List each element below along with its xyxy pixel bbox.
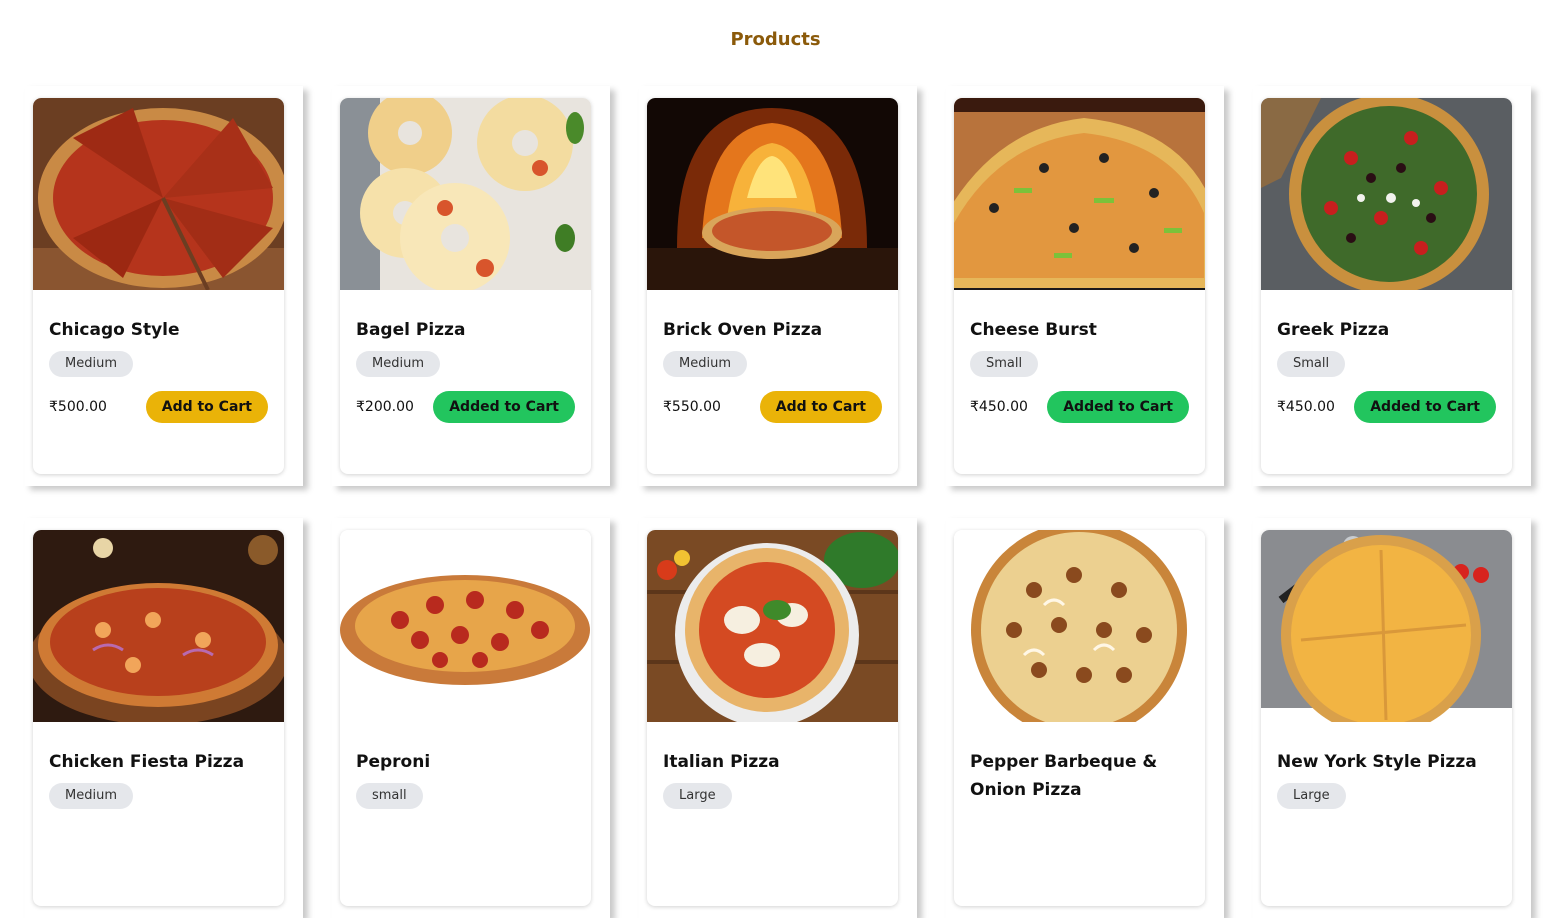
- product-price: ₹500.00: [49, 399, 107, 415]
- product-image: [954, 98, 1205, 290]
- product-name: Italian Pizza: [663, 752, 780, 772]
- product-name: New York Style Pizza: [1277, 752, 1477, 772]
- size-badge: Medium: [663, 351, 747, 377]
- product-name: Peproni: [356, 752, 431, 772]
- size-badge: Medium: [49, 783, 133, 809]
- product-cell: Greek Pizza Small ₹450.00 Added to Cart: [1253, 86, 1531, 486]
- product-name: Pepper Barbeque & Onion Pizza: [970, 752, 1158, 800]
- product-image: [1261, 98, 1512, 290]
- product-card[interactable]: Chicago Style Medium ₹500.00 Add to Cart: [33, 98, 284, 474]
- product-grid: Chicago Style Medium ₹500.00 Add to Cart: [0, 0, 1551, 918]
- product-name: Brick Oven Pizza: [663, 320, 823, 340]
- product-price: ₹450.00: [1277, 399, 1335, 415]
- product-card[interactable]: New York Style Pizza Large: [1261, 530, 1512, 906]
- product-card[interactable]: Pepper Barbeque & Onion Pizza: [954, 530, 1205, 906]
- size-badge: Medium: [49, 351, 133, 377]
- size-badge: small: [356, 783, 423, 809]
- product-image: [33, 98, 284, 290]
- product-card[interactable]: Cheese Burst Small ₹450.00 Added to Cart: [954, 98, 1205, 474]
- added-to-cart-button[interactable]: Added to Cart: [433, 391, 575, 423]
- product-cell: Italian Pizza Large: [639, 518, 917, 918]
- product-card[interactable]: Greek Pizza Small ₹450.00 Added to Cart: [1261, 98, 1512, 474]
- product-image: [33, 530, 284, 722]
- product-card[interactable]: Bagel Pizza Medium ₹200.00 Added to Cart: [340, 98, 591, 474]
- product-cell: Chicken Fiesta Pizza Medium: [25, 518, 303, 918]
- product-cell: Chicago Style Medium ₹500.00 Add to Cart: [25, 86, 303, 486]
- add-to-cart-button[interactable]: Add to Cart: [145, 391, 268, 423]
- size-badge: Medium: [356, 351, 440, 377]
- size-badge: Large: [1277, 783, 1346, 809]
- product-cell: Pepper Barbeque & Onion Pizza: [946, 518, 1224, 918]
- product-name: Cheese Burst: [970, 320, 1097, 340]
- product-name: Chicken Fiesta Pizza: [49, 752, 245, 772]
- product-image: [647, 530, 898, 722]
- size-badge: Large: [663, 783, 732, 809]
- product-image: [340, 98, 591, 290]
- size-badge: Small: [1277, 351, 1346, 377]
- product-name: Greek Pizza: [1277, 320, 1390, 340]
- product-image: [954, 530, 1205, 722]
- product-price: ₹550.00: [663, 399, 721, 415]
- product-cell: Cheese Burst Small ₹450.00 Added to Cart: [946, 86, 1224, 486]
- product-card[interactable]: Chicken Fiesta Pizza Medium: [33, 530, 284, 906]
- product-image: [647, 98, 898, 290]
- product-cell: New York Style Pizza Large: [1253, 518, 1531, 918]
- product-name: Bagel Pizza: [356, 320, 466, 340]
- product-cell: Brick Oven Pizza Medium ₹550.00 Add to C…: [639, 86, 917, 486]
- product-card[interactable]: Brick Oven Pizza Medium ₹550.00 Add to C…: [647, 98, 898, 474]
- product-name: Chicago Style: [49, 320, 180, 340]
- product-price: ₹200.00: [356, 399, 414, 415]
- added-to-cart-button[interactable]: Added to Cart: [1047, 391, 1189, 423]
- product-price: ₹450.00: [970, 399, 1028, 415]
- size-badge: Small: [970, 351, 1039, 377]
- product-card[interactable]: Peproni small: [340, 530, 591, 906]
- added-to-cart-button[interactable]: Added to Cart: [1354, 391, 1496, 423]
- product-image: [340, 530, 591, 722]
- product-cell: Peproni small: [332, 518, 610, 918]
- product-card[interactable]: Italian Pizza Large: [647, 530, 898, 906]
- product-cell: Bagel Pizza Medium ₹200.00 Added to Cart: [332, 86, 610, 486]
- product-image: [1261, 530, 1512, 722]
- add-to-cart-button[interactable]: Add to Cart: [759, 391, 882, 423]
